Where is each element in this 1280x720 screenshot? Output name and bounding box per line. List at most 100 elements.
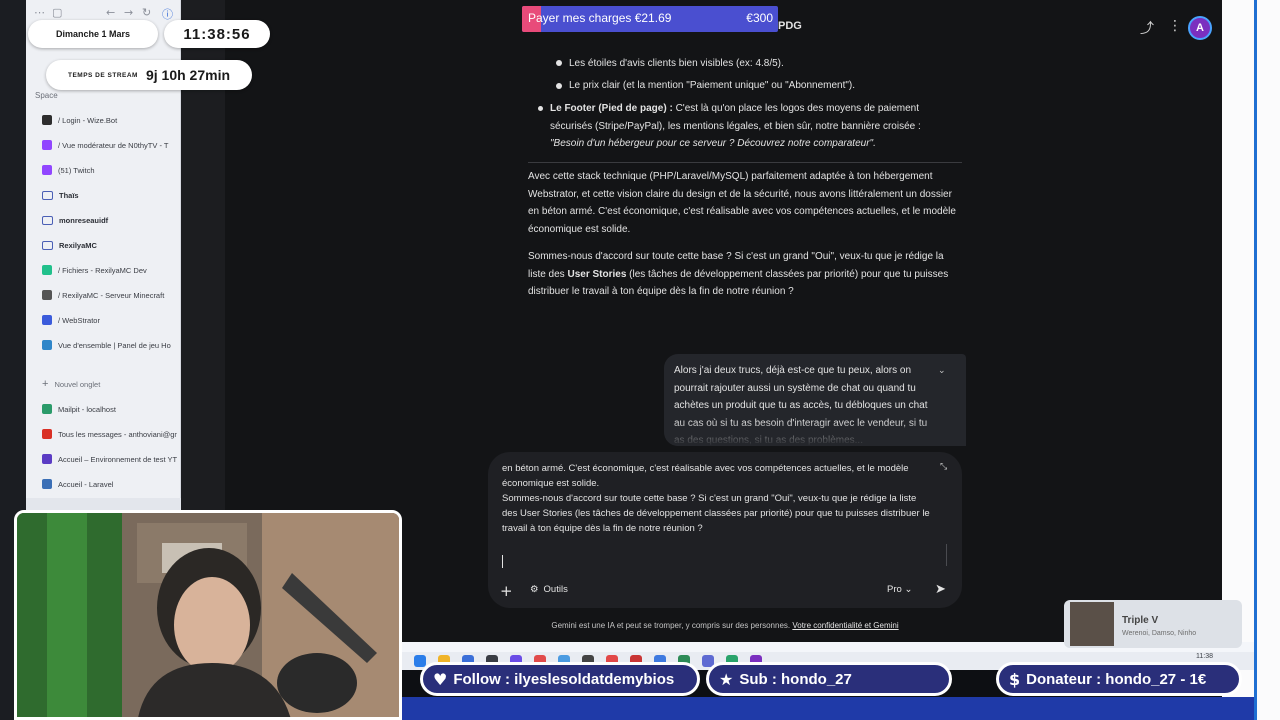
- avatar[interactable]: A: [1188, 16, 1212, 40]
- footer-label: Le Footer (Pied de page) :: [550, 103, 673, 114]
- sidebar-item[interactable]: / Fichiers - RexilyaMC Dev: [32, 260, 177, 280]
- start-icon[interactable]: [414, 655, 426, 667]
- back-icon[interactable]: ←: [106, 6, 115, 19]
- space-label: Space: [35, 91, 58, 100]
- sidebar-item[interactable]: Accueil - Laravel: [32, 474, 177, 494]
- sidebar-item-label: Accueil – Environnement de test YT: [58, 454, 177, 464]
- sidebar-item-label: Vue d'ensemble | Panel de jeu Ho: [58, 340, 171, 350]
- more-options-icon[interactable]: ⋮: [1168, 18, 1182, 34]
- stream-time-value: 9j 10h 27min: [145, 67, 231, 83]
- favicon-icon: [42, 404, 52, 414]
- disclaimer: Gemini est une IA et peut se tromper, y …: [470, 621, 980, 630]
- charges-label: Payer mes charges €21.69: [528, 11, 672, 25]
- sub-banner: ★ Sub : hondo_27: [706, 662, 952, 696]
- sidebar-item[interactable]: Thaïs: [32, 185, 177, 205]
- sub-text: Sub : hondo_27: [739, 670, 852, 688]
- chevron-down-icon[interactable]: ⌄: [938, 366, 946, 376]
- sidebar-item-label: / Login - Wize.Bot: [58, 115, 118, 125]
- sidebar-item[interactable]: RexilyaMC: [32, 235, 177, 255]
- composer-scrollbar[interactable]: [946, 544, 947, 566]
- sidebar-item-label: / Fichiers - RexilyaMC Dev: [58, 265, 147, 275]
- reload-icon[interactable]: ↻: [142, 6, 151, 19]
- share-icon[interactable]: ⤴: [1140, 18, 1154, 38]
- stream-time-label: TEMPS DE STREAM: [67, 71, 138, 79]
- sidebar-item-label: Thaïs: [59, 190, 79, 200]
- tools-label: Outils: [543, 584, 568, 595]
- bottom-band: [402, 697, 1254, 720]
- sidebar-item-label: Nouvel onglet: [54, 379, 101, 389]
- info-icon[interactable]: ⓘ: [162, 6, 173, 22]
- sidebar-item-label: Accueil - Laravel: [58, 479, 114, 489]
- date-pill: Dimanche 1 Mars: [28, 20, 158, 48]
- favicon-icon: [42, 290, 52, 300]
- folder-icon: [42, 190, 53, 200]
- webcam-feed: [14, 510, 402, 720]
- sidebar-item-label: monreseauidf: [59, 215, 109, 225]
- sidebar-item[interactable]: / Vue modérateur de N0thyTV - T: [32, 135, 177, 155]
- sidebar-toggle-icon[interactable]: ▢: [52, 6, 62, 19]
- sidebar-item[interactable]: / Login - Wize.Bot: [32, 110, 177, 130]
- disclaimer-text: Gemini est une IA et peut se tromper, y …: [551, 621, 791, 630]
- stream-time-pill: TEMPS DE STREAM 9j 10h 27min: [46, 60, 252, 90]
- response-paragraph-2: Sommes-nous d'accord sur toute cette bas…: [528, 248, 963, 301]
- sidebar-item-label: / WebStrator: [58, 315, 100, 325]
- sidebar-item[interactable]: Accueil – Environnement de test YT: [32, 449, 177, 469]
- response-paragraph-1: Avec cette stack technique (PHP/Laravel/…: [528, 171, 956, 235]
- prompt-composer[interactable]: en béton armé. C'est économique, c'est r…: [488, 452, 962, 608]
- track-title: Triple V: [1122, 615, 1159, 626]
- favicon-icon: [42, 340, 52, 350]
- album-art: [1070, 602, 1114, 646]
- composer-line-2: Sommes-nous d'accord sur toute cette bas…: [502, 493, 930, 534]
- browser-controls: ⋯ ▢ ← → ↻ ⓘ: [26, 6, 181, 22]
- privacy-link[interactable]: Votre confidentialité et Gemini: [792, 621, 898, 630]
- forward-icon[interactable]: →: [124, 6, 133, 19]
- sidebar-item[interactable]: / WebStrator: [32, 310, 177, 330]
- response-footer-bullet: Le Footer (Pied de page) : C'est là qu'o…: [550, 100, 950, 153]
- sidebar-item[interactable]: Tous les messages - anthoviani@gm: [32, 424, 177, 444]
- sidebar-item-label: (51) Twitch: [58, 165, 95, 175]
- model-selector[interactable]: Pro ⌄: [887, 584, 912, 595]
- sidebar-item-label: Tous les messages - anthoviani@gm: [58, 429, 177, 439]
- fade-overlay: [664, 420, 966, 446]
- favicon-icon: [42, 115, 52, 125]
- composer-text[interactable]: en béton armé. C'est économique, c'est r…: [502, 461, 934, 536]
- bullet-icon: [556, 60, 562, 66]
- favicon-icon: [42, 165, 52, 175]
- sidebar-item[interactable]: / RexilyaMC - Serveur Minecraft: [32, 285, 177, 305]
- chevron-down-icon: ⌄: [904, 584, 913, 595]
- clock-pill: 11:38:56: [164, 20, 270, 48]
- dollar-icon: $: [1009, 669, 1021, 689]
- sidebar-item-label: / RexilyaMC - Serveur Minecraft: [58, 290, 165, 300]
- sidebar-item-label: RexilyaMC: [59, 240, 97, 250]
- send-icon[interactable]: ➤: [935, 582, 946, 597]
- sidebar-item[interactable]: Vue d'ensemble | Panel de jeu Ho: [32, 335, 177, 355]
- donor-banner: $ Donateur : hondo_27 - 1€: [996, 662, 1242, 696]
- track-artists: Werenoi, Damso, Ninho: [1122, 630, 1197, 637]
- webcam-image: [17, 513, 399, 717]
- model-label: Pro: [887, 584, 902, 595]
- follow-text: Follow : ilyeslesoldatdemybios: [453, 670, 675, 688]
- sidebar-item-label: Mailpit - localhost: [58, 404, 116, 414]
- menu-icon[interactable]: ⋯: [34, 6, 45, 19]
- sidebar-item[interactable]: monreseauidf: [32, 210, 177, 230]
- heart-icon: ♥: [433, 669, 448, 689]
- collapse-icon[interactable]: ⤡: [940, 462, 947, 472]
- favicon-icon: [42, 454, 52, 464]
- sidebar-item[interactable]: (51) Twitch: [32, 160, 177, 180]
- favicon-icon: [42, 315, 52, 325]
- follow-banner: ♥ Follow : ilyeslesoldatdemybios: [420, 662, 700, 696]
- favicon-icon: [42, 140, 52, 150]
- text-caret: [502, 555, 503, 568]
- screen: ⋯ ▢ ← → ↻ ⓘ Space / Login - Wize.Bot / Vu…: [0, 0, 1280, 720]
- sidebar-item-label: / Vue modérateur de N0thyTV - T: [58, 140, 169, 150]
- plus-icon: +: [42, 378, 49, 390]
- tools-button[interactable]: ⚙ Outils: [530, 584, 568, 595]
- add-icon[interactable]: +: [500, 582, 513, 600]
- charges-goal: €300: [746, 11, 773, 25]
- sidebar-item[interactable]: + Nouvel onglet: [32, 374, 177, 394]
- tools-icon: ⚙: [530, 584, 539, 595]
- favicon-icon: [42, 265, 52, 275]
- now-playing-widget: Triple V Werenoi, Damso, Ninho: [1064, 600, 1242, 648]
- sidebar-item[interactable]: Mailpit - localhost: [32, 399, 177, 419]
- right-edge-accent: [1254, 0, 1257, 720]
